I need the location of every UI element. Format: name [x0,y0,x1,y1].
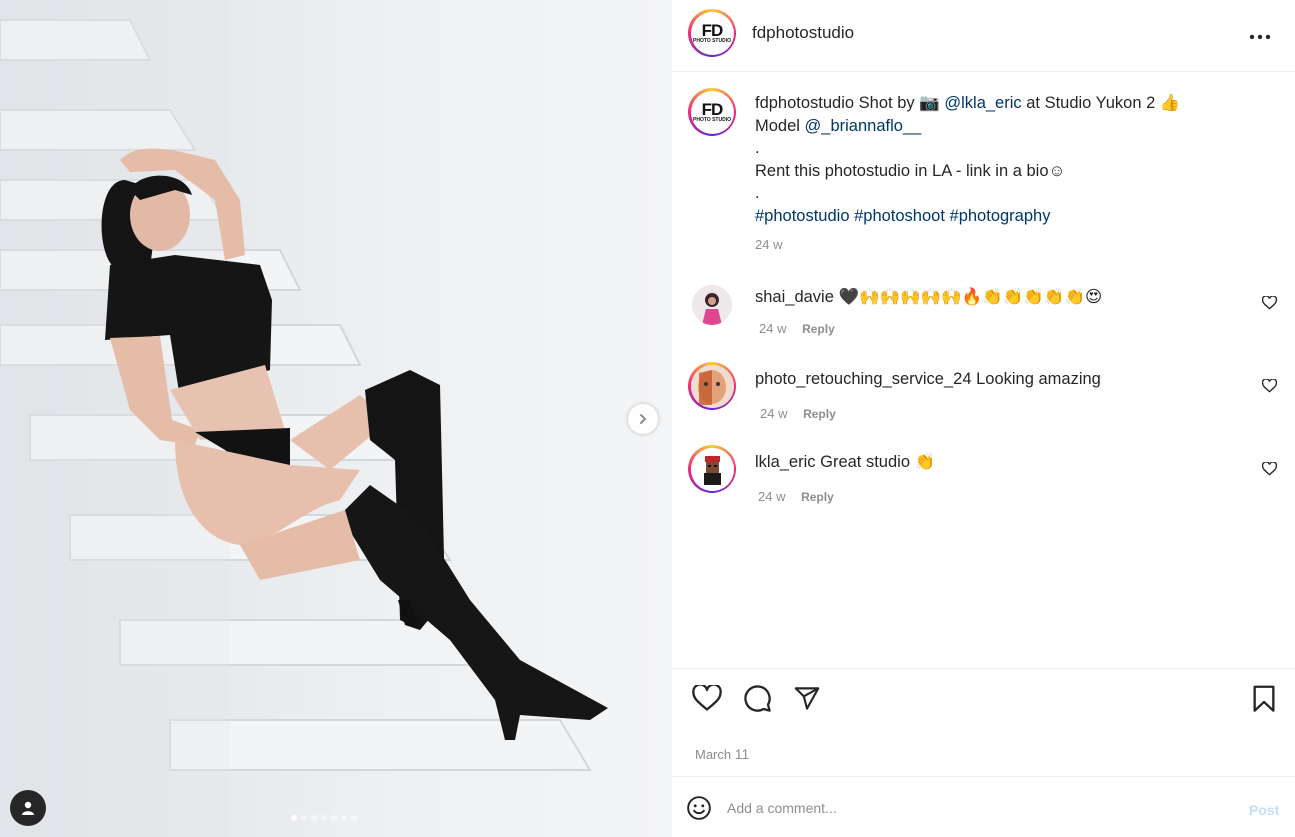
comment-text: Looking amazing [976,370,1101,388]
hashtag-link[interactable]: #photoshoot [854,207,945,225]
carousel-dot [341,815,347,821]
studio-logo: FD PHOTO STUDIO [693,101,731,123]
caption-text-part: at Studio Yukon 2 [1021,94,1160,112]
camera-emoji: 📷 [919,94,940,112]
reply-button[interactable]: Reply [803,407,836,421]
reply-button[interactable]: Reply [802,322,835,336]
studio-logo: FD PHOTO STUDIO [693,22,731,44]
logo-text: FD [701,21,724,40]
comment-item: photo_retouching_service_24 Looking amaz… [672,362,1295,432]
post-header: FD PHOTO STUDIO fdphotostudio [672,0,1295,72]
hashtag-link[interactable]: #photostudio [755,207,850,225]
caption-separator: . [755,184,760,202]
comment-item: shai_davie 🖤🙌🙌🙌🙌🙌🔥👏👏👏👏👏😍 24 w Reply [672,285,1295,355]
comment-item: lkla_eric Great studio 👏 24 w Reply [672,445,1295,515]
carousel-dot [331,815,337,821]
post-action-bar: March 11 [672,668,1295,776]
model-mention-link[interactable]: @_briannaflo__ [805,117,922,135]
comment-username[interactable]: photo_retouching_service_24 [755,370,972,388]
like-button[interactable] [691,683,723,717]
user-icon [20,800,36,816]
post-comment-button[interactable]: Post [1249,802,1279,818]
comment-button[interactable] [741,685,773,717]
author-avatar[interactable]: FD PHOTO STUDIO [688,9,736,57]
caption-text-part: Shot by [854,94,920,112]
next-slide-button[interactable] [628,404,658,434]
comment-like-heart-icon[interactable] [1261,378,1280,397]
bookmark-icon [1252,685,1276,718]
paper-plane-icon [793,685,821,717]
comment-like-heart-icon[interactable] [1261,461,1280,480]
tagged-users-button[interactable] [10,790,46,826]
caption-separator: . [755,139,760,157]
caption-avatar[interactable]: FD PHOTO STUDIO [688,88,736,136]
rent-text: Rent this photostudio in LA - link in a … [755,161,1049,180]
reply-button[interactable]: Reply [801,490,834,504]
comment-text: 🖤🙌🙌🙌🙌🙌🔥👏👏👏👏👏😍 [838,288,1103,306]
carousel-dot [301,815,307,821]
photo-illustration [0,0,672,837]
carousel-dot [311,815,317,821]
carousel-dot [321,815,327,821]
carousel-dot [351,815,357,821]
comment-composer: Post [672,776,1295,837]
logo-subtext: PHOTO STUDIO [693,38,731,44]
post-date[interactable]: March 11 [695,746,749,762]
model-label: Model [755,116,805,135]
comment-username[interactable]: lkla_eric [755,453,816,471]
commenter-avatar[interactable] [692,285,732,325]
comment-like-heart-icon[interactable] [1261,295,1280,314]
post-date-month: March [695,747,732,762]
heart-icon [692,683,722,717]
comment-bubble-icon [743,684,772,718]
post-side-panel: FD PHOTO STUDIO fdphotostudio FD PHOTO S… [672,0,1295,837]
more-options-button[interactable] [1248,24,1272,48]
carousel-indicator [291,815,357,821]
commenter-avatar[interactable] [688,362,736,410]
carousel-dot [291,815,297,821]
comment-input[interactable] [727,795,1207,821]
logo-subtext: PHOTO STUDIO [693,117,731,123]
chevron-right-icon [637,413,649,425]
thumbs-up-emoji: 👍 [1159,94,1181,112]
commenter-avatar[interactable] [688,445,736,493]
caption-username[interactable]: fdphotostudio [755,94,854,112]
share-button[interactable] [791,685,823,717]
comment-timestamp[interactable]: 24 w [760,406,787,421]
caption-timestamp[interactable]: 24 w [755,237,782,252]
comment-timestamp[interactable]: 24 w [759,321,786,336]
comment-text: Great studio 👏 [820,453,936,471]
comment-username[interactable]: shai_davie [755,288,834,306]
author-username[interactable]: fdphotostudio [752,23,854,43]
post-date-day: 11 [734,746,750,762]
photographer-mention-link[interactable]: @lkla_eric [944,94,1021,112]
smile-emoji: ☺ [1048,161,1066,180]
caption-text: fdphotostudio Shot by 📷 @lkla_eric at St… [755,92,1275,257]
save-button[interactable] [1248,685,1280,717]
hashtag-link[interactable]: #photography [950,207,1051,225]
logo-text: FD [701,100,724,119]
post-photo[interactable] [0,0,672,837]
more-horizontal-icon [1249,27,1271,45]
emoji-smiley-icon[interactable] [686,795,712,821]
comment-timestamp[interactable]: 24 w [758,489,785,504]
